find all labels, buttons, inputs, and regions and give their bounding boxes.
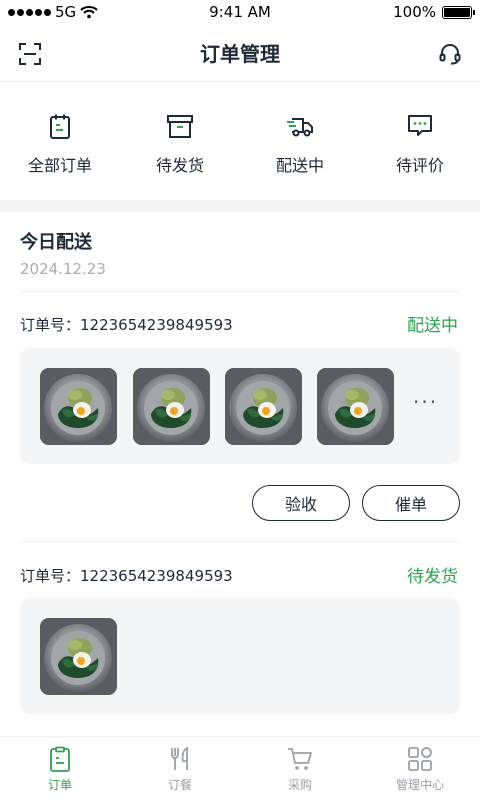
scan-icon[interactable] <box>18 42 42 66</box>
more-items-indicator[interactable]: ··· <box>413 390 438 414</box>
food-thumbnail[interactable] <box>40 368 117 445</box>
bottom-tab-label: 采购 <box>287 778 312 792</box>
battery-group: 100% <box>393 3 475 21</box>
bottom-tab-meal-order[interactable]: 订餐 <box>120 737 240 800</box>
food-thumbnail[interactable] <box>317 368 394 445</box>
tab-pending-review[interactable]: 待评价 <box>360 100 480 184</box>
order-status-tabs: 全部订单 待发货 配送中 待评价 <box>0 100 480 184</box>
package-icon <box>167 115 193 138</box>
battery-icon <box>442 5 475 19</box>
bottom-tab-purchase[interactable]: 采购 <box>240 737 360 800</box>
tab-label: 待发货 <box>155 156 204 175</box>
accept-button[interactable]: 验收 <box>252 485 350 521</box>
tab-all-orders[interactable]: 全部订单 <box>0 100 120 184</box>
comment-icon <box>408 115 432 136</box>
shopping-cart-icon <box>288 748 312 770</box>
order-number: 订单号：1223654239849593 <box>20 316 233 334</box>
food-thumbnail[interactable] <box>225 368 302 445</box>
tab-label: 配送中 <box>275 156 324 175</box>
battery-percent: 100% <box>393 3 436 21</box>
divider <box>20 291 460 292</box>
headset-icon[interactable] <box>438 42 462 66</box>
bottom-tab-management[interactable]: 管理中心 <box>360 737 480 800</box>
fork-knife-icon <box>171 746 188 770</box>
bottom-tab-label: 订餐 <box>167 778 192 792</box>
bottom-tab-label: 订单 <box>47 778 72 792</box>
order-clipboard-icon <box>50 746 70 772</box>
order-status-badge: 待发货 <box>407 567 458 587</box>
grid-icon <box>408 747 432 771</box>
food-thumbnail[interactable] <box>133 368 210 445</box>
order-number: 订单号：1223654239849593 <box>20 567 233 585</box>
section-separator <box>0 200 480 212</box>
divider <box>20 541 460 542</box>
section-date: 2024.12.23 <box>20 260 106 278</box>
nav-bar: 订单管理 <box>0 24 480 82</box>
delivery-truck-icon <box>287 118 313 137</box>
food-thumbnail[interactable] <box>40 618 117 695</box>
order-status-badge: 配送中 <box>407 316 458 336</box>
order-items-box[interactable]: ··· <box>20 348 460 464</box>
bottom-tab-orders[interactable]: 订单 <box>0 737 120 800</box>
tab-delivering[interactable]: 配送中 <box>240 100 360 184</box>
tab-label: 全部订单 <box>27 156 92 175</box>
section-title: 今日配送 <box>20 232 92 253</box>
clipboard-icon <box>50 114 70 139</box>
bottom-tab-bar: 订单 订餐 采购 管理中心 <box>0 736 480 800</box>
status-bar: 5G 9:41 AM 100% <box>0 0 480 24</box>
tab-pending-shipment[interactable]: 待发货 <box>120 100 240 184</box>
urge-order-button[interactable]: 催单 <box>362 485 460 521</box>
tab-label: 待评价 <box>395 156 444 175</box>
page-title: 订单管理 <box>200 42 280 66</box>
bottom-tab-label: 管理中心 <box>395 778 444 792</box>
order-items-box[interactable] <box>20 598 460 714</box>
